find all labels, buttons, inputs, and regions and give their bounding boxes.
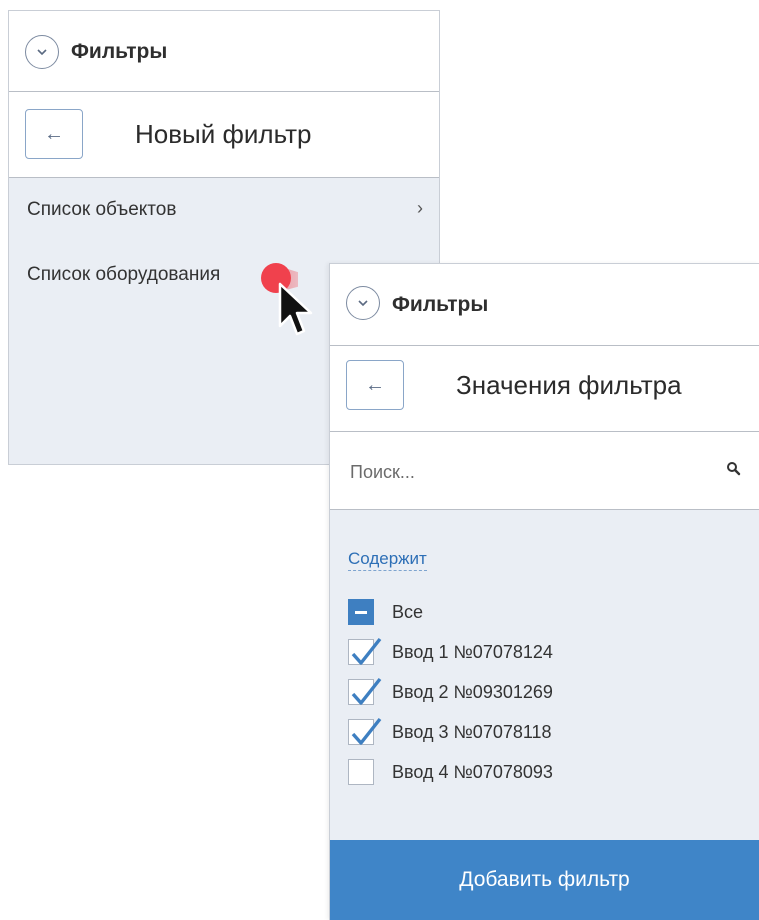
- chevron-down-icon: [358, 300, 368, 307]
- contains-toggle[interactable]: Содержит: [348, 549, 427, 571]
- new-filter-title: Новый фильтр: [135, 119, 312, 149]
- mouse-pointer-icon: [278, 282, 313, 336]
- checkbox-unchecked[interactable]: [348, 759, 374, 785]
- checkmark-icon: [351, 717, 382, 745]
- collapse-filters-button-2[interactable]: [346, 286, 380, 320]
- search-input[interactable]: [348, 454, 682, 490]
- arrow-left-icon: ←: [365, 373, 385, 396]
- back-button[interactable]: ←: [25, 109, 83, 159]
- checkmark-icon: [351, 637, 382, 665]
- chevron-right-icon[interactable]: ›: [417, 198, 423, 219]
- list-item-equipment[interactable]: Список оборудования: [27, 264, 220, 286]
- option-label: Все: [392, 601, 424, 622]
- checkbox-checked[interactable]: [348, 677, 382, 705]
- checkmark-icon: [351, 677, 382, 705]
- search-icon[interactable]: [725, 460, 743, 478]
- filters-header: Фильтры: [9, 10, 439, 92]
- arrow-left-icon: ←: [44, 122, 64, 145]
- filter-values-subheader: ← Значения фильтра: [330, 346, 759, 432]
- option-all[interactable]: Все: [348, 597, 423, 627]
- checkbox-checked[interactable]: [348, 717, 382, 745]
- option-2[interactable]: Ввод 2 №09301269: [348, 677, 553, 707]
- option-label: Ввод 4 №07078093: [392, 761, 553, 782]
- filters-title: Фильтры: [71, 40, 168, 63]
- filter-values-panel: Фильтры ← Значения фильтра Содержит Все …: [329, 263, 759, 920]
- new-filter-subheader: ← Новый фильтр: [9, 92, 439, 178]
- option-3[interactable]: Ввод 3 №07078118: [348, 717, 552, 747]
- chevron-down-icon: [37, 49, 47, 56]
- option-label: Ввод 1 №07078124: [392, 641, 553, 662]
- filters-title-2: Фильтры: [392, 293, 489, 316]
- checkbox-checked[interactable]: [348, 637, 382, 665]
- option-4[interactable]: Ввод 4 №07078093: [348, 757, 553, 787]
- option-label: Ввод 2 №09301269: [392, 681, 553, 702]
- collapse-filters-button[interactable]: [25, 35, 59, 69]
- checkbox-indeterminate[interactable]: [348, 599, 374, 625]
- add-filter-button[interactable]: Добавить фильтр: [330, 840, 759, 920]
- list-item-objects[interactable]: Список объектов: [27, 199, 176, 221]
- option-label: Ввод 3 №07078118: [392, 721, 552, 742]
- option-1[interactable]: Ввод 1 №07078124: [348, 637, 553, 667]
- filter-values-title: Значения фильтра: [456, 370, 682, 400]
- filters-header-2: Фильтры: [330, 264, 759, 346]
- back-button-2[interactable]: ←: [346, 360, 404, 410]
- search-bar: [330, 432, 759, 510]
